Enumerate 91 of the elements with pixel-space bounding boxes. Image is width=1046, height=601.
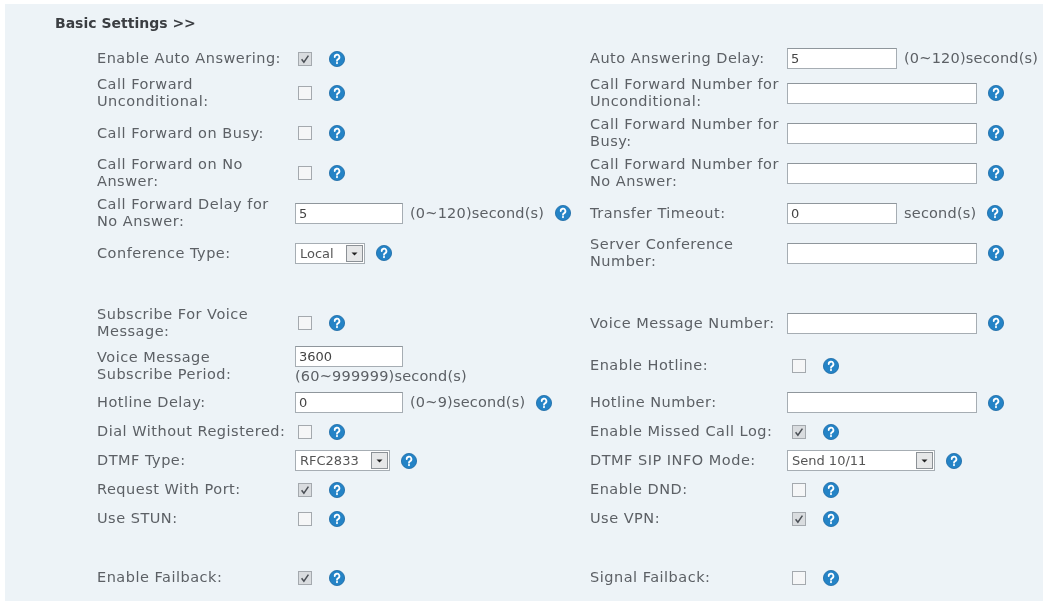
caret-icon <box>916 452 933 469</box>
text-field[interactable] <box>787 82 977 104</box>
help-icon[interactable] <box>329 569 345 586</box>
help-icon[interactable] <box>329 315 345 331</box>
field-label: Conference Type: <box>97 244 231 262</box>
field-label: DTMF Type: <box>97 452 186 469</box>
checkbox[interactable] <box>792 482 806 497</box>
field-label: Call Forward on Busy: <box>97 124 264 142</box>
field-label: Signal Failback: <box>590 569 711 586</box>
field-label: Hotline Number: <box>590 394 717 411</box>
checkbox[interactable] <box>298 482 312 497</box>
checkbox[interactable] <box>298 126 312 140</box>
text-field[interactable]: 0 <box>295 392 403 413</box>
text-field[interactable] <box>787 392 977 413</box>
help-icon[interactable] <box>987 205 1004 221</box>
checkbox[interactable] <box>298 86 312 100</box>
unit-text: (60~999999)second(s) <box>295 368 467 385</box>
text-field[interactable] <box>787 162 977 184</box>
help-icon[interactable] <box>988 165 1004 181</box>
help-icon[interactable] <box>823 510 839 527</box>
help-icon[interactable] <box>946 452 962 469</box>
field-label: Call Forward on No Answer: <box>97 156 243 190</box>
help-icon[interactable] <box>988 394 1004 411</box>
checkbox[interactable] <box>298 424 312 439</box>
help-icon[interactable] <box>823 357 839 374</box>
text-field[interactable]: 5 <box>787 48 897 69</box>
text-field[interactable] <box>787 122 977 144</box>
field-label: Call Forward Number for Unconditional: <box>590 76 779 110</box>
help-icon[interactable] <box>375 245 392 261</box>
help-icon[interactable] <box>988 245 1004 261</box>
help-icon[interactable] <box>988 125 1004 141</box>
text-field[interactable]: 3600 <box>295 346 403 367</box>
dropdown[interactable]: RFC2833 <box>295 450 390 471</box>
field-label: Enable Failback: <box>97 569 223 586</box>
help-icon[interactable] <box>988 85 1004 101</box>
field-label: Subscribe For Voice Message: <box>97 306 249 340</box>
help-icon[interactable] <box>536 394 553 411</box>
field-label: Auto Answering Delay: <box>590 50 765 67</box>
help-icon[interactable] <box>400 452 417 469</box>
caret-icon <box>345 244 363 262</box>
field-label: Enable Missed Call Log: <box>590 423 773 440</box>
help-icon[interactable] <box>555 205 572 221</box>
unit-text: (0~120)second(s) <box>904 50 1039 67</box>
text-field[interactable]: 5 <box>295 202 403 224</box>
help-icon[interactable] <box>329 510 345 527</box>
text-field[interactable]: 0 <box>787 202 897 224</box>
field-label: Voice Message Subscribe Period: <box>97 348 232 383</box>
checkbox[interactable] <box>298 51 312 66</box>
text-field[interactable] <box>787 312 977 334</box>
dropdown[interactable]: Local <box>295 242 365 264</box>
field-label: Dial Without Registered: <box>97 423 286 440</box>
field-label: DTMF SIP INFO Mode: <box>590 452 756 469</box>
help-icon[interactable] <box>329 423 345 440</box>
checkbox[interactable] <box>298 316 312 330</box>
help-icon[interactable] <box>329 481 345 498</box>
checkbox[interactable] <box>792 511 806 526</box>
field-label: Enable DND: <box>590 481 688 498</box>
field-label: Call Forward Delay for No Answer: <box>97 196 269 230</box>
checkbox[interactable] <box>298 511 312 526</box>
field-label: Use VPN: <box>590 510 661 527</box>
checkbox[interactable] <box>792 358 806 373</box>
field-label: Request With Port: <box>97 481 241 498</box>
help-icon[interactable] <box>823 423 839 440</box>
unit-text: second(s) <box>904 204 977 222</box>
field-label: Hotline Delay: <box>97 394 206 411</box>
checkbox[interactable] <box>298 570 312 585</box>
text-field[interactable] <box>787 242 977 264</box>
help-icon[interactable] <box>329 50 345 67</box>
help-icon[interactable] <box>329 85 345 101</box>
checkbox[interactable] <box>792 570 806 585</box>
field-label: Server Conference Number: <box>590 236 734 270</box>
field-label: Enable Auto Answering: <box>97 50 281 67</box>
help-icon[interactable] <box>329 165 345 181</box>
unit-text: (0~120)second(s) <box>410 204 545 222</box>
section-title: Basic Settings >> <box>55 14 196 32</box>
field-label: Call Forward Number for Busy: <box>590 116 779 150</box>
field-label: Enable Hotline: <box>590 357 708 374</box>
help-icon[interactable] <box>329 125 345 141</box>
field-label: Voice Message Number: <box>590 314 775 332</box>
field-label: Call Forward Unconditional: <box>97 76 209 110</box>
checkbox[interactable] <box>792 424 806 439</box>
help-icon[interactable] <box>988 315 1004 331</box>
help-icon[interactable] <box>823 569 839 586</box>
field-label: Transfer Timeout: <box>590 204 726 222</box>
caret-icon <box>370 452 388 469</box>
unit-text: (0~9)second(s) <box>410 394 526 411</box>
field-label: Use STUN: <box>97 510 178 527</box>
checkbox[interactable] <box>298 166 312 180</box>
help-icon[interactable] <box>823 481 839 498</box>
dropdown[interactable]: Send 10/11 <box>787 450 935 471</box>
field-label: Call Forward Number for No Answer: <box>590 156 779 190</box>
